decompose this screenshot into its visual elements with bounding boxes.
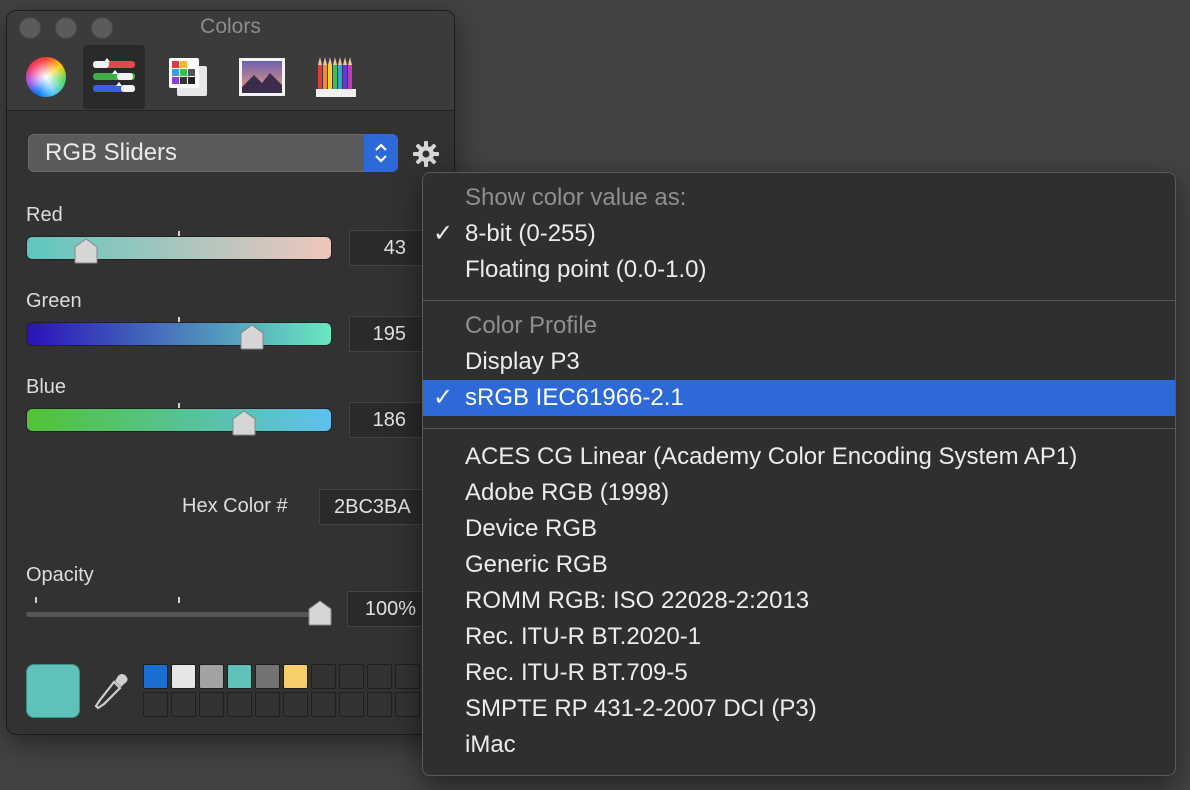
- menu-item-label: ROMM RGB: ISO 22028-2:2013: [465, 587, 810, 614]
- menu-item-display-p3[interactable]: Display P3: [423, 344, 1175, 380]
- checkmark-icon: ✓: [433, 220, 454, 247]
- color-palettes-tab[interactable]: [157, 45, 219, 109]
- gear-icon[interactable]: [412, 140, 440, 168]
- pencils-tab[interactable]: [305, 45, 367, 109]
- menu-item-profile[interactable]: Rec. ITU-R BT.709-5: [423, 655, 1175, 691]
- swatch-cell[interactable]: [227, 692, 252, 717]
- red-slider-knob[interactable]: [74, 238, 98, 264]
- menu-header-color-profile: Color Profile: [465, 312, 598, 339]
- menu-item-profile[interactable]: ROMM RGB: ISO 22028-2:2013: [423, 583, 1175, 619]
- swatch-cell[interactable]: [311, 692, 336, 717]
- color-wheel-icon: [26, 57, 66, 97]
- opacity-tick: [178, 597, 180, 603]
- color-wheel-tab[interactable]: [21, 45, 71, 109]
- swatch-cell[interactable]: [339, 692, 364, 717]
- swatch-cell[interactable]: [395, 664, 420, 689]
- color-sliders-tab[interactable]: [83, 45, 145, 109]
- current-color-well[interactable]: [26, 664, 80, 718]
- menu-item-label: Generic RGB: [465, 551, 608, 578]
- color-sliders-icon: [93, 58, 135, 92]
- opacity-tick: [35, 597, 37, 603]
- menu-item-label: sRGB IEC61966-2.1: [465, 384, 684, 411]
- swatch-cell[interactable]: [199, 664, 224, 689]
- green-label: Green: [26, 290, 82, 312]
- window-title: Colors: [200, 15, 261, 38]
- picker-mode-popup[interactable]: RGB Sliders: [28, 134, 398, 172]
- other-profiles-list: ACES CG Linear (Academy Color Encoding S…: [423, 439, 1175, 763]
- up-down-chevron-icon: [364, 134, 398, 172]
- blue-slider[interactable]: [26, 408, 332, 432]
- hex-color-label: Hex Color #: [182, 495, 288, 517]
- red-slider[interactable]: [26, 236, 332, 260]
- swatch-cell[interactable]: [171, 692, 196, 717]
- color-swatch-grid: [143, 664, 420, 717]
- opacity-slider[interactable]: [26, 612, 332, 617]
- opacity-value-field[interactable]: 100%: [347, 591, 423, 627]
- swatch-cell[interactable]: [283, 692, 308, 717]
- menu-item-label: SMPTE RP 431-2-2007 DCI (P3): [465, 695, 817, 722]
- menu-item-profile[interactable]: Generic RGB: [423, 547, 1175, 583]
- swatch-cell[interactable]: [283, 664, 308, 689]
- swatch-cell[interactable]: [227, 664, 252, 689]
- swatch-cell[interactable]: [255, 692, 280, 717]
- pencils-icon: [316, 57, 356, 97]
- menu-separator: [423, 428, 1175, 429]
- menu-header-color-value: Show color value as:: [465, 184, 687, 211]
- menu-item-label: Rec. ITU-R BT.2020-1: [465, 623, 702, 650]
- swatch-cell[interactable]: [339, 664, 364, 689]
- menu-item-profile[interactable]: Adobe RGB (1998): [423, 475, 1175, 511]
- image-palettes-tab[interactable]: [231, 45, 293, 109]
- menu-item-profile[interactable]: ACES CG Linear (Academy Color Encoding S…: [423, 439, 1175, 475]
- menu-item-label: 8-bit (0-255): [465, 220, 596, 247]
- green-slider-knob[interactable]: [240, 324, 264, 350]
- swatch-cell[interactable]: [143, 664, 168, 689]
- menu-item-label: Display P3: [465, 348, 580, 375]
- menu-separator: [423, 300, 1175, 301]
- red-label: Red: [26, 204, 63, 226]
- opacity-label: Opacity: [26, 564, 94, 586]
- menu-item-srgb[interactable]: ✓ sRGB IEC61966-2.1: [423, 380, 1175, 416]
- checkmark-icon: ✓: [433, 384, 454, 411]
- image-palettes-icon: [239, 58, 285, 96]
- menu-item-profile[interactable]: iMac: [423, 727, 1175, 763]
- menu-item-label: Adobe RGB (1998): [465, 479, 670, 506]
- color-palettes-icon: [169, 58, 207, 96]
- blue-value-field[interactable]: 186: [349, 402, 423, 438]
- hex-color-field[interactable]: 2BC3BA: [319, 489, 429, 525]
- menu-item-floating-point[interactable]: Floating point (0.0-1.0): [423, 252, 1175, 288]
- menu-item-label: iMac: [465, 731, 516, 758]
- green-slider[interactable]: [26, 322, 332, 346]
- swatch-cell[interactable]: [255, 664, 280, 689]
- red-value-field[interactable]: 43: [349, 230, 423, 266]
- menu-item-profile[interactable]: SMPTE RP 431-2-2007 DCI (P3): [423, 691, 1175, 727]
- menu-item-label: Rec. ITU-R BT.709-5: [465, 659, 688, 686]
- title-bar: Colors: [7, 11, 454, 111]
- swatch-cell[interactable]: [143, 692, 168, 717]
- eyedropper-icon[interactable]: [94, 672, 128, 712]
- picker-toolbar: [21, 45, 367, 109]
- menu-item-label: Device RGB: [465, 515, 598, 542]
- swatch-cell[interactable]: [199, 692, 224, 717]
- swatch-cell[interactable]: [171, 664, 196, 689]
- menu-item-8bit[interactable]: ✓ 8-bit (0-255): [423, 216, 1175, 252]
- swatch-cell[interactable]: [367, 664, 392, 689]
- opacity-slider-knob[interactable]: [308, 600, 332, 626]
- color-options-menu: Show color value as: ✓ 8-bit (0-255) Flo…: [422, 172, 1176, 776]
- menu-item-profile[interactable]: Device RGB: [423, 511, 1175, 547]
- blue-label: Blue: [26, 376, 67, 398]
- swatch-cell[interactable]: [311, 664, 336, 689]
- swatch-cell[interactable]: [367, 692, 392, 717]
- menu-item-label: Floating point (0.0-1.0): [465, 256, 707, 283]
- green-value-field[interactable]: 195: [349, 316, 423, 352]
- swatch-cell[interactable]: [395, 692, 420, 717]
- picker-mode-label: RGB Sliders: [45, 139, 178, 166]
- menu-item-label: ACES CG Linear (Academy Color Encoding S…: [465, 443, 1078, 470]
- menu-item-profile[interactable]: Rec. ITU-R BT.2020-1: [423, 619, 1175, 655]
- blue-slider-knob[interactable]: [232, 410, 256, 436]
